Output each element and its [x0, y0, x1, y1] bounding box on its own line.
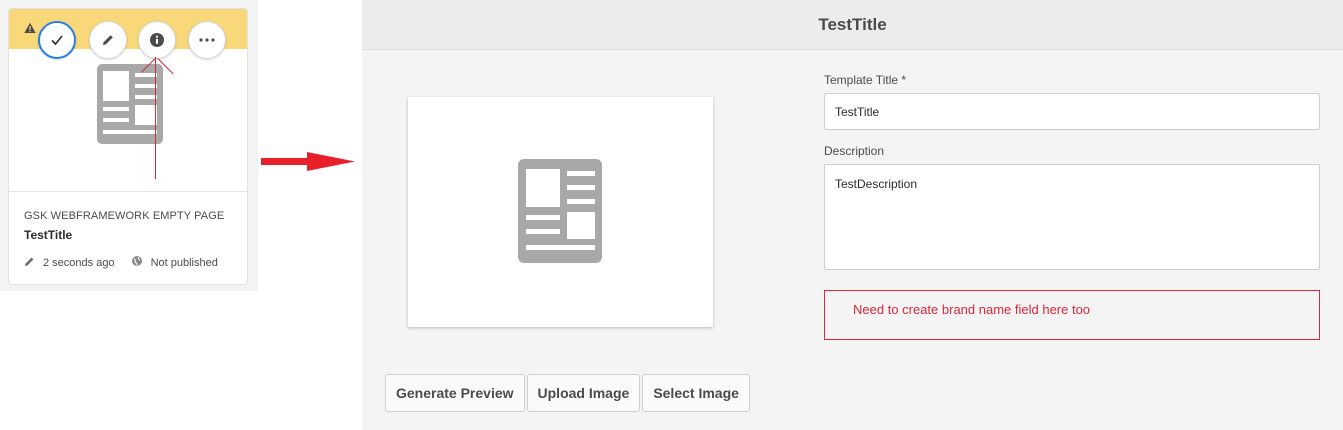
- more-icon: [199, 38, 215, 42]
- alert-icon: [24, 21, 38, 35]
- template-title-label: Template Title *: [824, 73, 907, 87]
- page-template-icon: [518, 159, 602, 268]
- arrow-right-icon: [261, 152, 355, 177]
- properties-header: TestTitle: [362, 0, 1343, 50]
- globe-icon: [131, 255, 151, 270]
- annotation-box: Need to create brand name field here too: [824, 290, 1320, 340]
- checkmark-icon: [50, 33, 64, 47]
- description-field[interactable]: TestDescription: [824, 164, 1320, 270]
- select-quickaction[interactable]: [38, 21, 76, 59]
- select-image-button[interactable]: Select Image: [642, 374, 750, 412]
- publish-status: Not published: [150, 256, 218, 269]
- annotation-line: [155, 57, 156, 179]
- thumbnail-actions: Generate Preview Upload Image Select Ima…: [385, 374, 750, 412]
- template-title-field[interactable]: [824, 93, 1320, 130]
- card-template-type: GSK WEBFRAMEWORK EMPTY PAGE: [24, 210, 225, 222]
- card-title: TestTitle: [24, 228, 73, 242]
- card-meta: 2 seconds ago Not published: [24, 255, 218, 270]
- card-divider: [9, 191, 247, 192]
- card-area: GSK WEBFRAMEWORK EMPTY PAGE TestTitle 2 …: [0, 0, 258, 291]
- generate-preview-button[interactable]: Generate Preview: [385, 374, 525, 412]
- page-title: TestTitle: [818, 14, 887, 34]
- template-card[interactable]: GSK WEBFRAMEWORK EMPTY PAGE TestTitle 2 …: [8, 8, 248, 285]
- annotation-note: Need to create brand name field here too: [853, 302, 1091, 317]
- edit-icon: [101, 33, 115, 47]
- properties-quickaction[interactable]: [138, 21, 176, 59]
- thumbnail-preview: [408, 97, 713, 327]
- modified-info: 2 seconds ago: [24, 256, 115, 270]
- modified-time: 2 seconds ago: [43, 256, 115, 269]
- publish-info: Not published: [131, 255, 218, 270]
- page-template-icon: [97, 64, 163, 149]
- description-label: Description: [824, 144, 885, 158]
- pencil-icon: [24, 256, 43, 270]
- more-quickaction[interactable]: [188, 21, 226, 59]
- edit-quickaction[interactable]: [89, 21, 127, 59]
- info-icon: [149, 32, 165, 48]
- properties-panel: TestTitle Generate Preview Upload Image …: [362, 0, 1343, 430]
- upload-image-button[interactable]: Upload Image: [526, 374, 641, 412]
